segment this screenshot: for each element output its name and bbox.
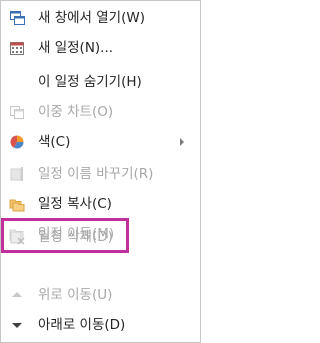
new-calendar-icon <box>9 40 25 56</box>
move-down-icon <box>9 317 25 333</box>
copy-folder-icon <box>9 196 25 212</box>
menu-item-open-in-new-window[interactable]: 새 창에서 열기(W) <box>1 3 200 33</box>
overlay-chart-icon <box>9 104 25 120</box>
menu-item-label: 일정 복사(C) <box>38 196 112 212</box>
menu-item-move-up: 위로 이동(U) <box>1 280 200 310</box>
menu-item-hide-calendar[interactable]: 이 일정 숨기기(H) <box>1 67 200 97</box>
menu-item-color[interactable]: 색(C) <box>1 127 200 157</box>
menu-item-rename-calendar: 일정 이름 바꾸기(R) <box>1 159 200 189</box>
calendar-context-menu: 새 창에서 열기(W) 새 일정(N)... 이 일정 숨기기(H) 이중 차트… <box>0 0 201 343</box>
menu-item-label: 아래로 이동(D) <box>38 317 126 333</box>
menu-item-label: 새 창에서 열기(W) <box>38 10 145 26</box>
submenu-arrow-icon <box>180 138 184 146</box>
menu-item-label: 이중 차트(O) <box>38 104 114 120</box>
menu-item-label: 새 일정(N)... <box>38 40 114 56</box>
color-pie-icon <box>9 134 25 150</box>
rename-calendar-icon <box>9 166 25 182</box>
menu-item-overlay-chart: 이중 차트(O) <box>1 97 200 127</box>
delete-calendar-icon <box>9 229 25 245</box>
menu-item-label: 위로 이동(U) <box>38 287 113 303</box>
menu-item-label: 이 일정 숨기기(H) <box>38 74 142 90</box>
menu-item-move-down[interactable]: 아래로 이동(D) <box>1 310 200 340</box>
menu-item-new-calendar[interactable]: 새 일정(N)... <box>1 33 200 63</box>
menu-item-copy-calendar[interactable]: 일정 복사(C) <box>1 189 200 219</box>
menu-item-delete-calendar: 일정 삭제(D) <box>1 222 200 252</box>
new-window-icon <box>9 10 25 26</box>
move-up-icon <box>9 287 25 303</box>
menu-item-label: 일정 이름 바꾸기(R) <box>38 166 154 182</box>
menu-item-label: 색(C) <box>38 134 71 150</box>
menu-item-label: 일정 삭제(D) <box>38 229 113 245</box>
